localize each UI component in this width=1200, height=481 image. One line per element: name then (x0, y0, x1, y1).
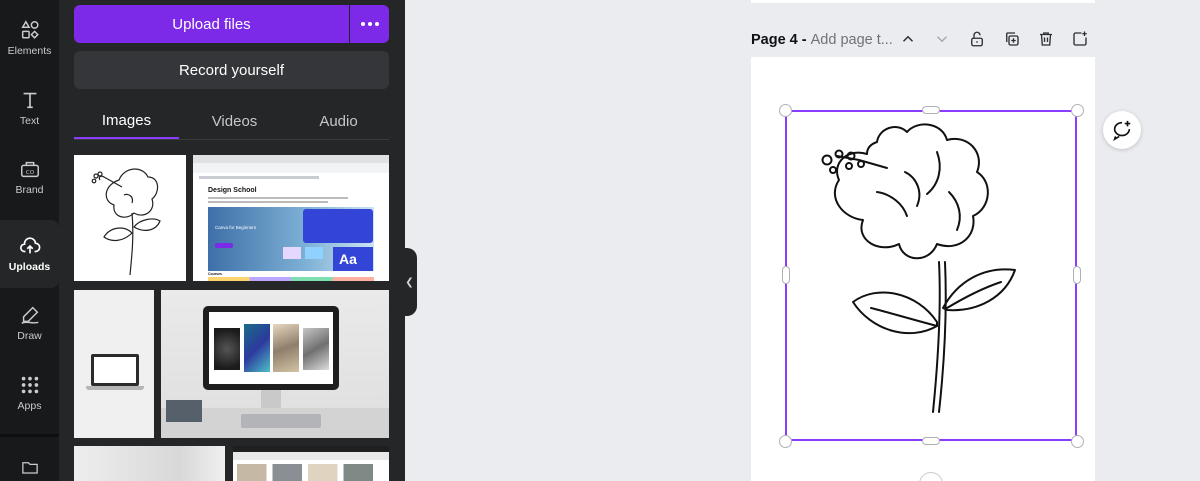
resize-handle-bottom[interactable] (922, 437, 940, 445)
laptop-screen (91, 354, 139, 386)
brand-icon: CO (20, 161, 39, 178)
banner-card-button (215, 243, 233, 248)
more-dot-icon (367, 22, 372, 26)
rail-item-brand[interactable]: CO Brand (0, 144, 59, 210)
folder-icon (21, 462, 38, 474)
rail-item-projects[interactable] (0, 450, 59, 481)
banner-screen (303, 209, 373, 243)
monitor-art-4 (303, 328, 329, 370)
rail-item-text[interactable]: Text (0, 75, 59, 141)
page-title-input[interactable]: Add page t... (811, 32, 893, 48)
image-row (237, 464, 385, 481)
browser-bar (193, 155, 389, 163)
laptop-base (86, 386, 144, 390)
thumbnail-browser[interactable] (233, 446, 389, 481)
design-school-subtext (208, 197, 348, 199)
monitor-art-2 (244, 324, 270, 372)
banner-aa-card: Aa (333, 247, 373, 271)
page-header: Page 4 - Add page t... (751, 28, 1095, 52)
browser-url-bar (233, 452, 389, 460)
apps-icon (21, 376, 38, 394)
previous-page-edge (751, 0, 1095, 3)
rail-item-elements[interactable]: Elements (0, 5, 59, 71)
banner-block (283, 247, 301, 259)
collapse-panel-button[interactable]: ❮ (402, 248, 417, 316)
rail-item-apps[interactable]: Apps (0, 360, 59, 426)
closed-laptop (241, 414, 321, 428)
design-school-subtext (208, 201, 328, 203)
selection-box (785, 110, 1077, 441)
rail-label-text: Text (19, 115, 40, 127)
monitor-art-1 (214, 328, 240, 370)
record-yourself-button[interactable]: Record yourself (74, 51, 389, 89)
upload-files-button[interactable]: Upload files (74, 5, 349, 43)
book-stack (166, 400, 202, 422)
rail-label-brand: Brand (15, 184, 44, 196)
lock-icon[interactable] (966, 28, 988, 50)
upload-cloud-icon (19, 237, 40, 254)
side-rail: Elements Text CO Brand Uploads Draw Apps (0, 0, 59, 481)
thumbnail-white-room[interactable] (74, 446, 225, 481)
monitor-art-3 (273, 324, 299, 372)
resize-handle-left[interactable] (782, 266, 790, 284)
rail-label-apps: Apps (17, 400, 42, 412)
resize-handle-top-right[interactable] (1071, 104, 1084, 117)
elements-icon (20, 20, 39, 39)
comment-plus-icon (1113, 120, 1131, 141)
courses-label: Courses (208, 272, 223, 276)
chevron-left-icon: ❮ (405, 276, 414, 288)
chevron-down-icon[interactable] (931, 28, 953, 50)
rail-item-draw[interactable]: Draw (0, 290, 59, 356)
rail-divider (0, 434, 59, 437)
add-comment-button[interactable] (1103, 111, 1141, 149)
upload-more-button[interactable] (350, 5, 389, 43)
tab-images[interactable]: Images (74, 104, 179, 139)
hibiscus-thumbnail-image (91, 168, 161, 276)
resize-handle-top[interactable] (922, 106, 940, 114)
resize-handle-bottom-right[interactable] (1071, 435, 1084, 448)
draw-icon (20, 306, 38, 324)
trash-icon[interactable] (1035, 28, 1057, 50)
banner-block (305, 247, 323, 259)
browser-url-bar (193, 163, 389, 173)
tab-videos[interactable]: Videos (182, 104, 287, 139)
resize-handle-right[interactable] (1073, 266, 1081, 284)
thumbnail-design-school[interactable]: Design School Canva for Beginners Aa Cou… (193, 155, 389, 281)
design-school-heading: Design School (208, 187, 257, 194)
more-dot-icon (360, 22, 365, 26)
chevron-up-icon[interactable] (897, 28, 919, 50)
text-icon (23, 92, 36, 109)
thumbnail-laptop[interactable] (74, 290, 154, 438)
courses-strip (208, 277, 374, 281)
thumbnail-monitor[interactable] (161, 290, 389, 438)
add-page-icon[interactable] (1069, 28, 1091, 50)
rail-item-uploads[interactable]: Uploads (0, 220, 59, 288)
media-tabs: Images Videos Audio (74, 104, 389, 140)
thumbnail-hibiscus[interactable] (74, 155, 186, 281)
rail-label-elements: Elements (7, 45, 52, 57)
rail-label-uploads: Uploads (8, 261, 51, 273)
site-nav (199, 176, 319, 179)
uploads-panel: Upload files Record yourself Images Vide… (59, 0, 405, 481)
tab-audio[interactable]: Audio (286, 104, 391, 139)
resize-handle-top-left[interactable] (779, 104, 792, 117)
duplicate-icon[interactable] (1001, 28, 1023, 50)
more-dot-icon (374, 22, 379, 26)
resize-handle-bottom-left[interactable] (779, 435, 792, 448)
rail-label-draw: Draw (17, 330, 42, 342)
banner-card-title: Canva for Beginners (215, 225, 257, 230)
svg-text:CO: CO (25, 170, 34, 176)
page-number-label: Page 4 - (751, 32, 807, 48)
